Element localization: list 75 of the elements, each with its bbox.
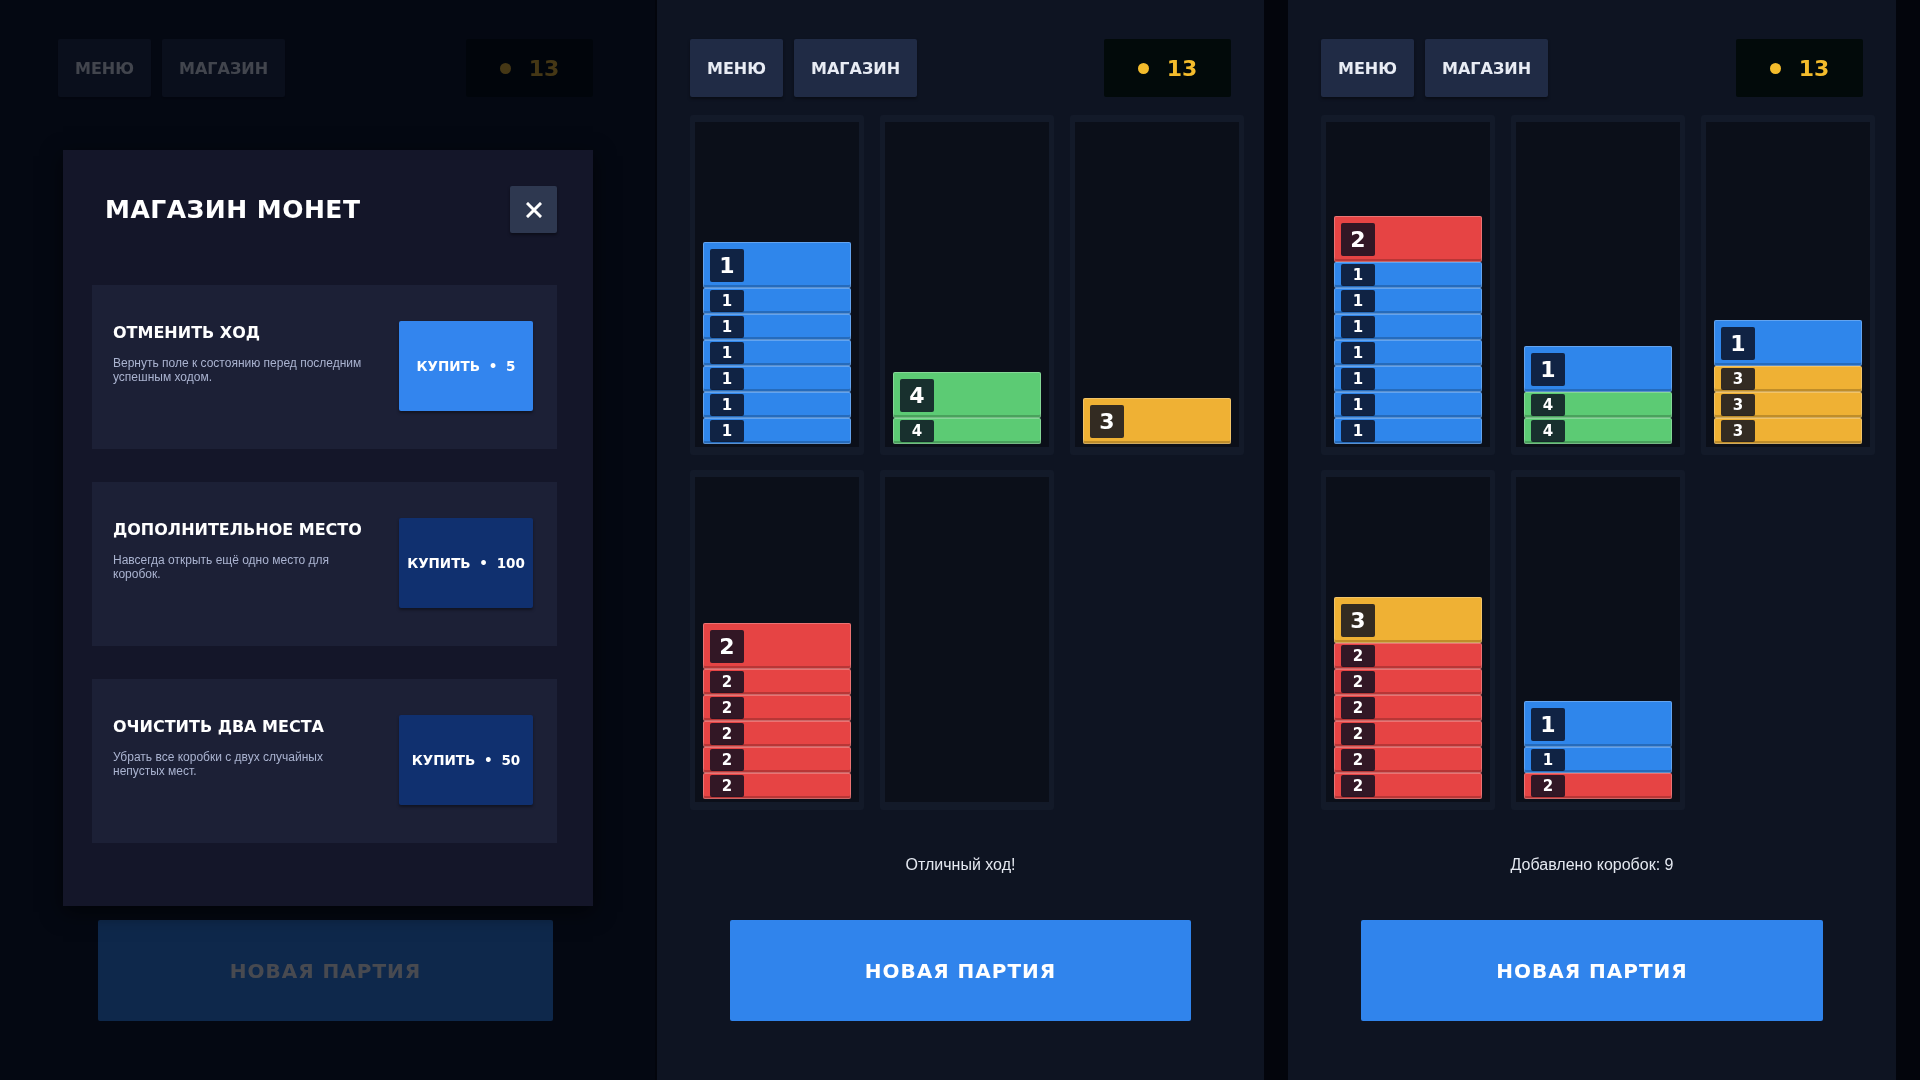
shop-button[interactable]: МАГАЗИН bbox=[1425, 39, 1549, 97]
crate-label: 2 bbox=[710, 749, 744, 771]
crate-label: 4 bbox=[1531, 394, 1565, 416]
buy-button[interactable]: КУПИТЬ • 100 bbox=[399, 518, 533, 608]
new-game-button[interactable]: НОВАЯ ПАРТИЯ bbox=[730, 920, 1191, 1021]
item-description: Убрать все коробки с двух случайных непустых мест. bbox=[113, 750, 324, 779]
box-slot[interactable]: 2 2 2 2 2 2 bbox=[690, 470, 864, 810]
crate-label: 1 bbox=[1341, 316, 1375, 338]
crate-label: 1 bbox=[1341, 290, 1375, 312]
crate-label: 1 bbox=[1531, 707, 1565, 741]
coin-count: 13 bbox=[1166, 55, 1198, 81]
box-slot[interactable]: 3 bbox=[1070, 115, 1244, 455]
close-button[interactable] bbox=[510, 186, 557, 233]
item-description: Навсегда открыть ещё одно место для коробок. bbox=[113, 553, 331, 582]
crate-label: 2 bbox=[1531, 775, 1565, 797]
menu-button[interactable]: МЕНЮ bbox=[1321, 39, 1415, 97]
crate-label: 1 bbox=[710, 394, 744, 416]
crate-label: 1 bbox=[1341, 264, 1375, 286]
crate-label: 3 bbox=[1341, 603, 1375, 637]
item-title: ОТМЕНИТЬ ХОД bbox=[113, 323, 261, 342]
new-game-button[interactable]: НОВАЯ ПАРТИЯ bbox=[1361, 920, 1823, 1021]
crate-label: 4 bbox=[900, 420, 934, 442]
crate-label: 2 bbox=[1341, 723, 1375, 745]
crate-label: 2 bbox=[1341, 749, 1375, 771]
coin-count: 13 bbox=[528, 55, 560, 81]
crate-label: 2 bbox=[1341, 775, 1375, 797]
box-slot[interactable]: 1 4 4 bbox=[1511, 115, 1685, 455]
item-title: ОЧИСТИТЬ ДВА МЕСТА bbox=[113, 717, 325, 736]
crate-label: 3 bbox=[1721, 368, 1755, 390]
crate-label: 1 bbox=[710, 316, 744, 338]
crate-label: 1 bbox=[710, 290, 744, 312]
crate-label: 1 bbox=[1721, 326, 1755, 360]
crate-label: 1 bbox=[710, 420, 744, 442]
box-slot[interactable]: 3 2 2 2 2 2 2 bbox=[1321, 470, 1495, 810]
box-slot[interactable]: 4 4 bbox=[880, 115, 1054, 455]
box-slot[interactable]: 1 1 1 1 1 1 1 bbox=[690, 115, 864, 455]
crate-label: 2 bbox=[710, 697, 744, 719]
crate-label: 1 bbox=[1531, 352, 1565, 386]
close-icon bbox=[525, 201, 542, 218]
crate-label: 4 bbox=[900, 378, 934, 412]
status-message: Добавлено коробок: 9 bbox=[1510, 856, 1674, 874]
box-slot[interactable]: 1 3 3 3 bbox=[1701, 115, 1875, 455]
crate-label: 2 bbox=[710, 629, 744, 663]
crate-label: 1 bbox=[1341, 420, 1375, 442]
crate-label: 1 bbox=[710, 342, 744, 364]
shop-button[interactable]: МАГАЗИН bbox=[794, 39, 918, 97]
item-description: Вернуть поле к состоянию перед последним успешным ходом. bbox=[113, 356, 363, 385]
crate-label: 2 bbox=[1341, 671, 1375, 693]
box-slot[interactable]: 2 1 1 1 1 1 1 1 bbox=[1321, 115, 1495, 455]
crate-label: 1 bbox=[1341, 394, 1375, 416]
crate-label: 1 bbox=[1341, 368, 1375, 390]
crate-label: 3 bbox=[1721, 394, 1755, 416]
crate-label: 2 bbox=[1341, 697, 1375, 719]
crate-label: 3 bbox=[1090, 404, 1124, 438]
crate-label: 2 bbox=[710, 775, 744, 797]
crate-label: 4 bbox=[1531, 420, 1565, 442]
buy-button[interactable]: КУПИТЬ • 5 bbox=[399, 321, 533, 411]
item-title: ДОПОЛНИТЕЛЬНОЕ МЕСТО bbox=[113, 520, 363, 539]
crate-label: 1 bbox=[1531, 749, 1565, 771]
menu-button[interactable]: МЕНЮ bbox=[690, 39, 784, 97]
dialog-title: МАГАЗИН МОНЕТ bbox=[105, 195, 361, 224]
coin-icon bbox=[1769, 62, 1781, 74]
box-slot[interactable]: 1 1 2 bbox=[1511, 470, 1685, 810]
status-message: Отличный ход! bbox=[905, 856, 1016, 874]
buy-button[interactable]: КУПИТЬ • 50 bbox=[399, 715, 533, 805]
crate-label: 1 bbox=[710, 368, 744, 390]
crate-label: 3 bbox=[1721, 420, 1755, 442]
crate-label: 1 bbox=[710, 248, 744, 282]
crate-label: 1 bbox=[1341, 342, 1375, 364]
crate-label: 2 bbox=[710, 671, 744, 693]
coin-count: 13 bbox=[1798, 55, 1830, 81]
crate-label: 2 bbox=[1341, 645, 1375, 667]
coin-icon bbox=[1137, 62, 1149, 74]
crate-label: 2 bbox=[1341, 222, 1375, 256]
crate-label: 2 bbox=[710, 723, 744, 745]
